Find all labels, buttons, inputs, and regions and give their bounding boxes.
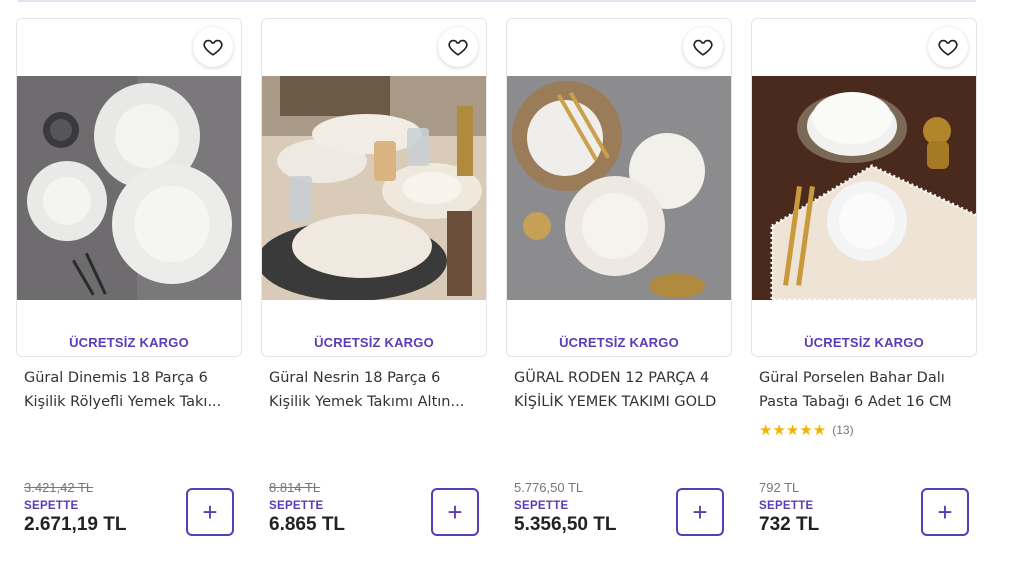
- rating-stars-icon: ★★★★★: [759, 422, 827, 439]
- free-shipping-badge: ÜCRETSİZ KARGO: [559, 335, 679, 350]
- add-to-cart-button[interactable]: +: [431, 488, 479, 536]
- old-price: 5.776,50 TL: [514, 480, 584, 495]
- product-rating[interactable]: ★★★★★ (13): [759, 421, 854, 439]
- heart-outline-icon: [693, 39, 713, 56]
- product-title-line-2[interactable]: Kişilik Yemek Takımı Altın...: [269, 390, 483, 414]
- old-price: 8.814 TL: [269, 480, 321, 495]
- free-shipping-badge: ÜCRETSİZ KARGO: [314, 335, 434, 350]
- product-title-line-2[interactable]: Kişilik Rölyefli Yemek Takı...: [24, 390, 238, 414]
- favorite-button[interactable]: [928, 27, 968, 67]
- product-image-box[interactable]: ÜCRETSİZ KARGO: [16, 18, 242, 357]
- product-title-line-1[interactable]: GÜRAL RODEN 12 PARÇA 4: [514, 366, 728, 390]
- basket-price-label: SEPETTE: [514, 500, 569, 512]
- product-image-box[interactable]: ÜCRETSİZ KARGO: [261, 18, 487, 357]
- product-card[interactable]: ÜCRETSİZ KARGO Güral Nesrin 18 Parça 6 K…: [261, 18, 487, 548]
- favorite-button[interactable]: [683, 27, 723, 67]
- basket-price: 2.671,19 TL: [24, 514, 127, 535]
- favorite-button[interactable]: [438, 27, 478, 67]
- product-image-box[interactable]: ÜCRETSİZ KARGO: [751, 18, 977, 357]
- basket-price-label: SEPETTE: [759, 500, 814, 512]
- product-image[interactable]: [752, 76, 976, 300]
- plus-icon: +: [447, 497, 463, 527]
- add-to-cart-button[interactable]: +: [186, 488, 234, 536]
- product-title-line-1[interactable]: Güral Nesrin 18 Parça 6: [269, 366, 483, 390]
- plus-icon: +: [202, 497, 218, 527]
- add-to-cart-button[interactable]: +: [921, 488, 969, 536]
- plus-icon: +: [692, 497, 708, 527]
- product-card[interactable]: ÜCRETSİZ KARGO Güral Porselen Bahar Dalı…: [751, 18, 977, 548]
- product-image[interactable]: [17, 76, 241, 300]
- free-shipping-badge: ÜCRETSİZ KARGO: [69, 335, 189, 350]
- product-image[interactable]: [507, 76, 731, 300]
- product-photo-nesrin: [262, 76, 486, 300]
- plus-icon: +: [937, 497, 953, 527]
- basket-price-label: SEPETTE: [269, 500, 324, 512]
- product-title[interactable]: GÜRAL RODEN 12 PARÇA 4 KİŞİLİK YEMEK TAK…: [514, 366, 728, 414]
- product-title-line-2[interactable]: Pasta Tabağı 6 Adet 16 CM: [759, 390, 973, 414]
- product-title-line-1[interactable]: Güral Dinemis 18 Parça 6: [24, 366, 238, 390]
- product-title[interactable]: Güral Nesrin 18 Parça 6 Kişilik Yemek Ta…: [269, 366, 483, 414]
- product-image-box[interactable]: ÜCRETSİZ KARGO: [506, 18, 732, 357]
- section-divider: [18, 0, 976, 2]
- old-price: 792 TL: [759, 480, 800, 495]
- basket-price: 5.356,50 TL: [514, 514, 617, 535]
- product-photo-bahar-dali: [752, 76, 976, 300]
- product-grid: ÜCRETSİZ KARGO Güral Dinemis 18 Parça 6 …: [16, 18, 977, 548]
- heart-outline-icon: [448, 39, 468, 56]
- old-price: 3.421,42 TL: [24, 480, 94, 495]
- rating-count[interactable]: (13): [832, 423, 853, 437]
- product-title-line-1[interactable]: Güral Porselen Bahar Dalı: [759, 366, 973, 390]
- basket-price: 6.865 TL: [269, 514, 346, 535]
- product-card[interactable]: ÜCRETSİZ KARGO GÜRAL RODEN 12 PARÇA 4 Kİ…: [506, 18, 732, 548]
- heart-outline-icon: [938, 39, 958, 56]
- product-card[interactable]: ÜCRETSİZ KARGO Güral Dinemis 18 Parça 6 …: [16, 18, 242, 548]
- free-shipping-badge: ÜCRETSİZ KARGO: [804, 335, 924, 350]
- product-title[interactable]: Güral Porselen Bahar Dalı Pasta Tabağı 6…: [759, 366, 973, 414]
- favorite-button[interactable]: [193, 27, 233, 67]
- product-photo-roden: [507, 76, 731, 300]
- add-to-cart-button[interactable]: +: [676, 488, 724, 536]
- product-title-line-2[interactable]: KİŞİLİK YEMEK TAKIMI GOLD: [514, 390, 728, 414]
- heart-outline-icon: [203, 39, 223, 56]
- product-image[interactable]: [262, 76, 486, 300]
- product-photo-dinemis: [17, 76, 241, 300]
- product-title[interactable]: Güral Dinemis 18 Parça 6 Kişilik Rölyefl…: [24, 366, 238, 414]
- basket-price-label: SEPETTE: [24, 500, 79, 512]
- basket-price: 732 TL: [759, 514, 820, 535]
